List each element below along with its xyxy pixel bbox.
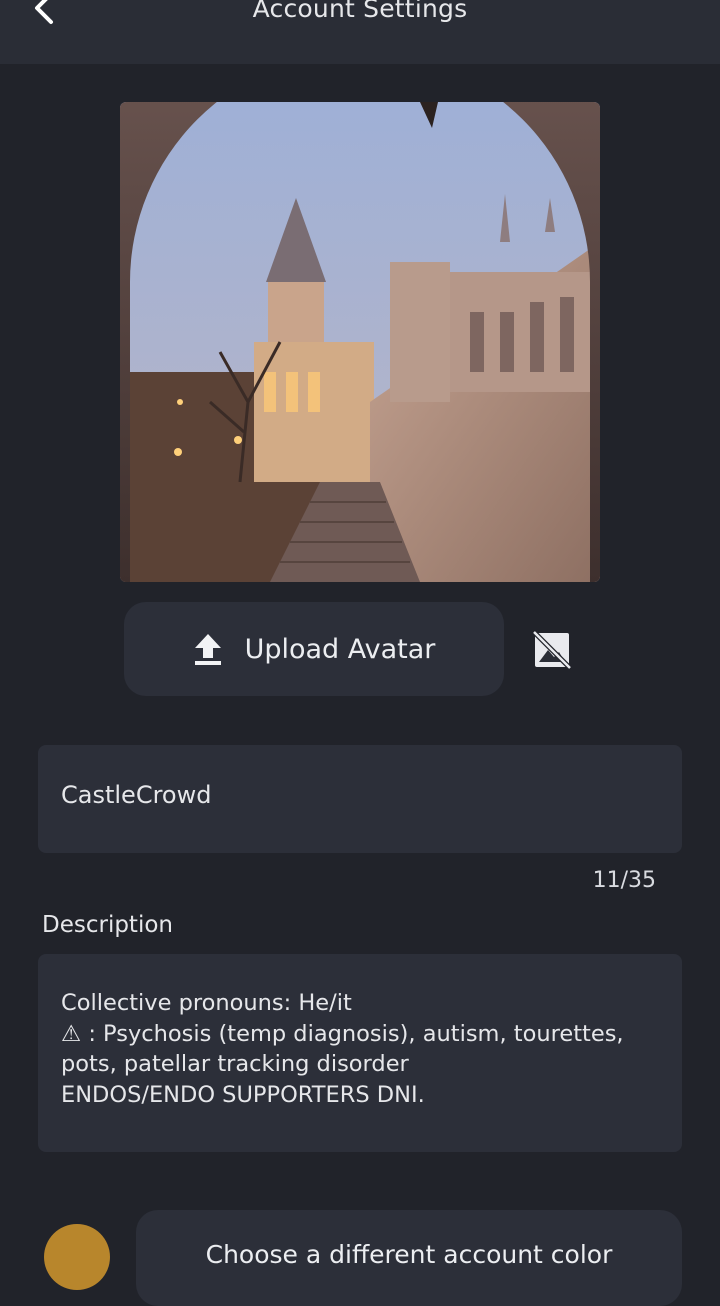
- page-title: Account Settings: [252, 0, 468, 23]
- upload-avatar-label: Upload Avatar: [244, 633, 436, 665]
- upload-avatar-button[interactable]: Upload Avatar: [124, 602, 504, 696]
- description-line: pots, patellar tracking disorder: [61, 1051, 409, 1077]
- description-line: Collective pronouns: He/it: [61, 990, 352, 1016]
- description-line: ⚠ : Psychosis (temp diagnosis), autism, …: [61, 1020, 624, 1047]
- remove-avatar-button[interactable]: [530, 628, 574, 672]
- image-off-icon: [532, 630, 572, 670]
- top-bar: Account Settings: [0, 0, 720, 64]
- upload-icon: [194, 634, 221, 665]
- account-color-swatch[interactable]: [44, 1224, 110, 1290]
- character-counter: 11/35: [592, 868, 656, 893]
- display-name-input[interactable]: CastleCrowd: [38, 745, 682, 853]
- avatar-image[interactable]: [120, 102, 600, 582]
- display-name-value: CastleCrowd: [61, 781, 212, 809]
- description-input[interactable]: Collective pronouns: He/it ⚠ : Psychosis…: [38, 954, 682, 1152]
- description-line: ENDOS/ENDO SUPPORTERS DNI.: [61, 1081, 425, 1108]
- choose-account-color-label: Choose a different account color: [205, 1240, 613, 1269]
- description-text: Collective pronouns: He/it ⚠ : Psychosis…: [61, 988, 662, 1110]
- description-label: Description: [42, 912, 173, 938]
- choose-account-color-button[interactable]: Choose a different account color: [136, 1210, 682, 1306]
